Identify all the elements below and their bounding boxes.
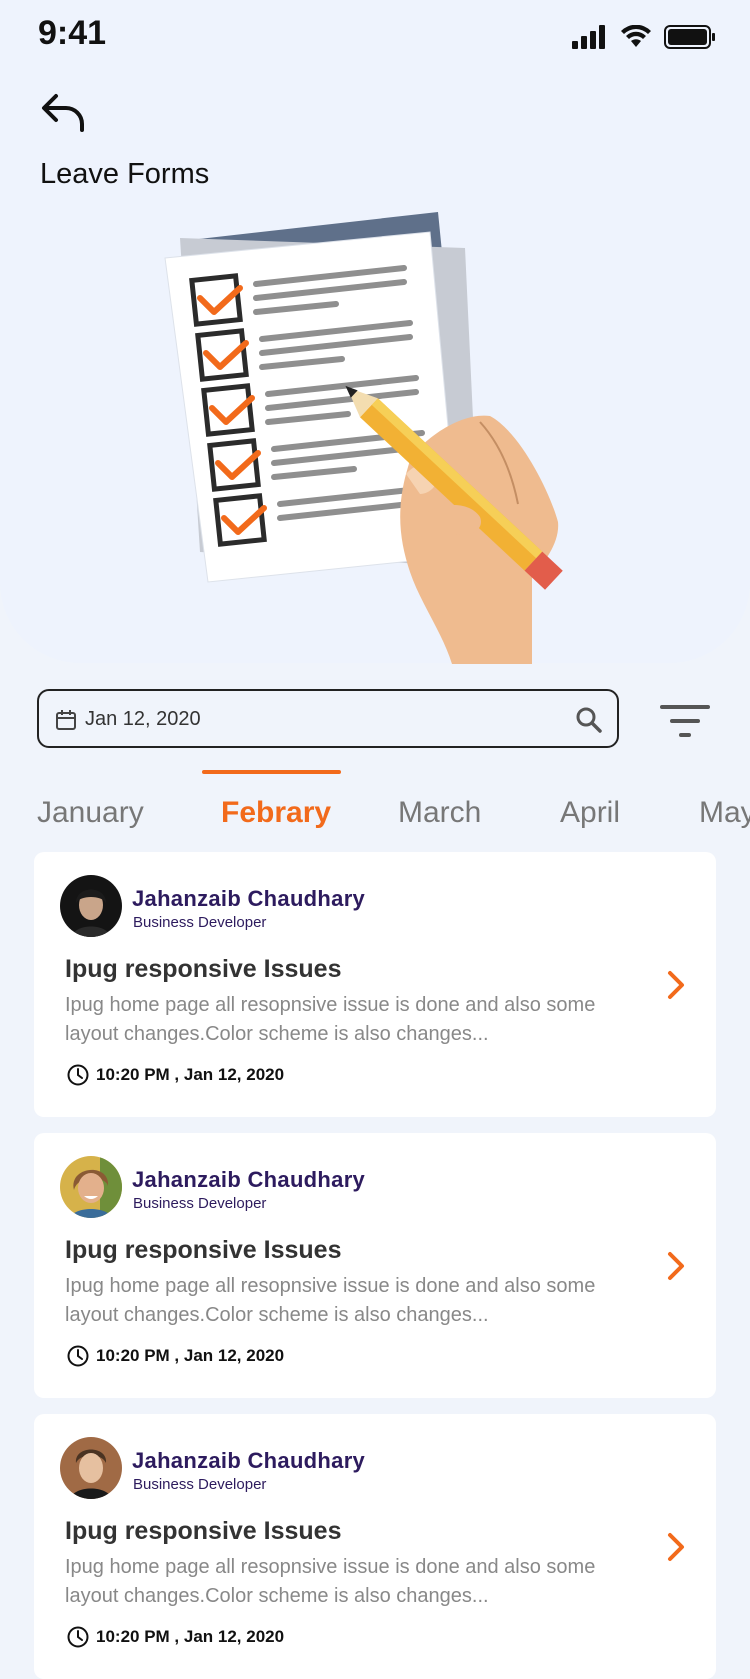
avatar xyxy=(60,1437,122,1499)
leave-card[interactable]: Jahanzaib Chaudhary Business Developer I… xyxy=(34,1133,716,1398)
datetime-text: 10:20 PM , Jan 12, 2020 xyxy=(96,1065,285,1084)
avatar xyxy=(60,1156,122,1218)
battery-icon xyxy=(664,25,715,49)
chevron-right-icon[interactable] xyxy=(666,1532,688,1562)
chevron-right-icon[interactable] xyxy=(666,970,688,1000)
clock-icon xyxy=(67,1064,89,1086)
employee-name: Jahanzaib Chaudhary xyxy=(132,1448,366,1473)
leave-subject: Ipug responsive Issues xyxy=(65,1236,342,1264)
signal-icon xyxy=(572,25,605,49)
month-tabs: January Febrary March April May xyxy=(0,770,750,830)
leave-form-illustration xyxy=(164,212,563,664)
date-search-input[interactable]: Jan 12, 2020 xyxy=(37,689,619,748)
employee-name: Jahanzaib Chaudhary xyxy=(132,886,366,911)
employee-role: Business Developer xyxy=(133,1476,267,1493)
employee-role: Business Developer xyxy=(133,914,267,931)
calendar-icon xyxy=(56,710,76,730)
status-icons xyxy=(572,24,716,50)
leave-subject: Ipug responsive Issues xyxy=(65,1517,342,1545)
avatar xyxy=(60,875,122,937)
tab-january[interactable]: January xyxy=(37,796,144,830)
leave-description: Ipug home page all resopnsive issue is d… xyxy=(65,1275,596,1326)
tab-march[interactable]: March xyxy=(398,796,481,830)
datetime-text: 10:20 PM , Jan 12, 2020 xyxy=(96,1627,285,1646)
back-arrow-icon[interactable] xyxy=(38,90,90,134)
leave-subject: Ipug responsive Issues xyxy=(65,955,342,983)
tab-febrary[interactable]: Febrary xyxy=(221,796,331,830)
tab-april[interactable]: April xyxy=(560,796,620,830)
search-icon[interactable] xyxy=(575,706,603,734)
datetime-text: 10:20 PM , Jan 12, 2020 xyxy=(96,1346,285,1365)
filter-icon[interactable] xyxy=(660,704,710,740)
wifi-icon xyxy=(621,25,651,47)
active-tab-indicator xyxy=(202,770,341,774)
status-time: 9:41 xyxy=(38,14,107,52)
tab-may[interactable]: May xyxy=(699,796,750,830)
leave-datetime: 10:20 PM , Jan 12, 2020 xyxy=(66,1625,284,1649)
leave-datetime: 10:20 PM , Jan 12, 2020 xyxy=(66,1344,284,1368)
leave-datetime: 10:20 PM , Jan 12, 2020 xyxy=(66,1063,284,1087)
leave-card[interactable]: Jahanzaib Chaudhary Business Developer I… xyxy=(34,1414,716,1679)
leave-description: Ipug home page all resopnsive issue is d… xyxy=(65,994,596,1045)
employee-name: Jahanzaib Chaudhary xyxy=(132,1167,366,1192)
employee-role: Business Developer xyxy=(133,1195,267,1212)
clock-icon xyxy=(67,1626,89,1648)
leave-description: Ipug home page all resopnsive issue is d… xyxy=(65,1556,596,1607)
leave-card[interactable]: Jahanzaib Chaudhary Business Developer I… xyxy=(34,852,716,1117)
chevron-right-icon[interactable] xyxy=(666,1251,688,1281)
page-title: Leave Forms xyxy=(40,158,210,190)
date-value: Jan 12, 2020 xyxy=(85,708,201,730)
clock-icon xyxy=(67,1345,89,1367)
